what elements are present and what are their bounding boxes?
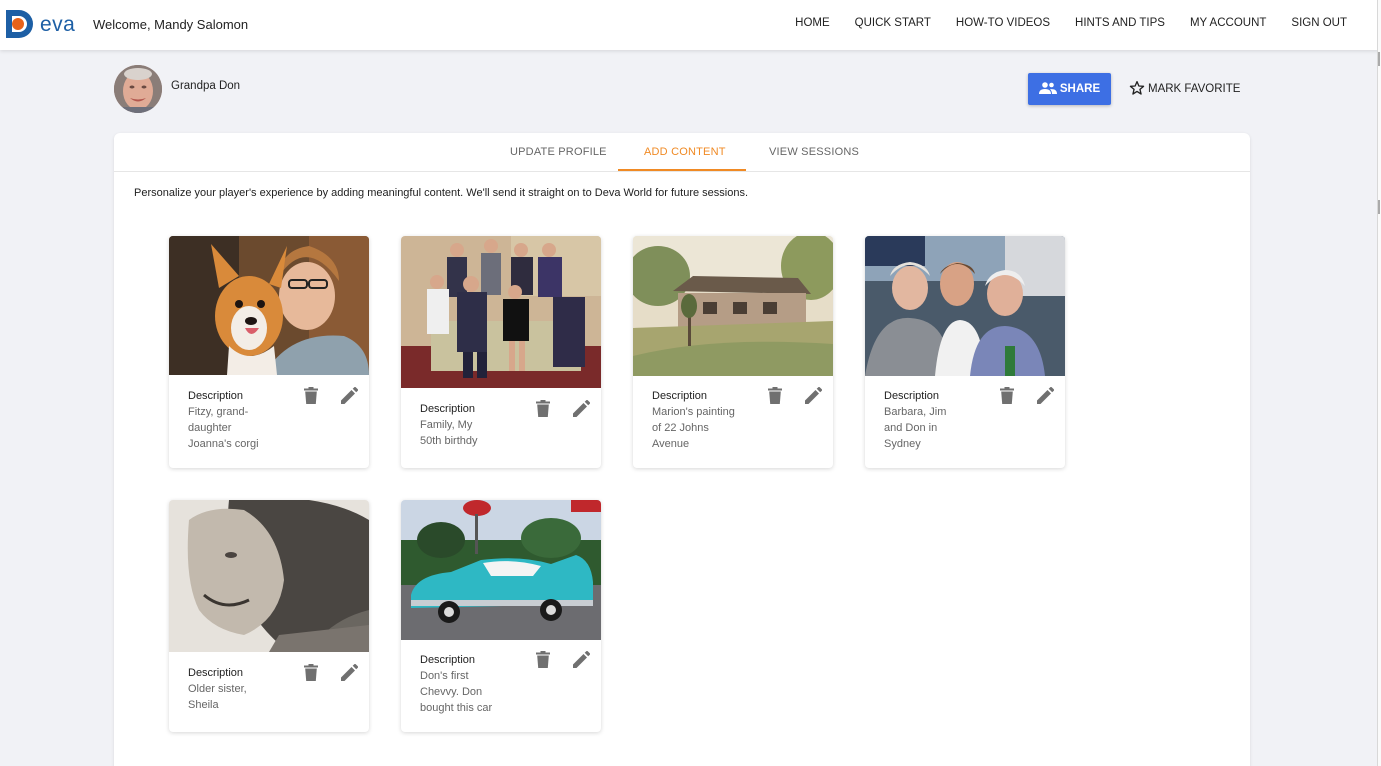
- add-content-intro: Personalize your player's experience by …: [134, 187, 749, 199]
- pencil-icon[interactable]: [340, 386, 358, 404]
- pencil-icon[interactable]: [572, 399, 590, 417]
- logo-text: eva: [40, 13, 76, 36]
- top-navigation-bar: eva Welcome, Mandy Salomon HOME QUICK ST…: [0, 0, 1381, 50]
- content-card[interactable]: Description Older sister, Sheila: [169, 500, 369, 732]
- description-label: Description: [420, 403, 476, 415]
- nav-how-to-videos[interactable]: HOW-TO VIDEOS: [956, 17, 1050, 29]
- scroll-marker: [1378, 200, 1380, 214]
- star-outline-icon: [1129, 80, 1145, 99]
- nav-hints-and-tips[interactable]: HINTS AND TIPS: [1075, 17, 1165, 29]
- content-card[interactable]: Description Don's first Chevvy. Don boug…: [401, 500, 601, 732]
- nav-my-account[interactable]: MY ACCOUNT: [1190, 17, 1266, 29]
- main-nav: HOME QUICK START HOW-TO VIDEOS HINTS AND…: [770, 17, 1347, 29]
- deva-logo[interactable]: eva: [4, 6, 80, 42]
- profile-content-panel: UPDATE PROFILE ADD CONTENT VIEW SESSIONS…: [114, 133, 1250, 766]
- description-text: Barbara, Jim and Don in Sydney: [884, 406, 947, 450]
- description-text: Don's first Chevvy. Don bought this car: [420, 670, 493, 714]
- share-button[interactable]: SHARE: [1028, 73, 1111, 105]
- mark-favorite-button[interactable]: MARK FAVORITE: [1129, 79, 1240, 99]
- window-scrollbar[interactable]: [1377, 0, 1381, 766]
- description-label: Description: [652, 390, 708, 402]
- description-text: Fitzy, grand-daughter Joanna's corgi: [188, 406, 259, 450]
- mark-favorite-label: MARK FAVORITE: [1148, 83, 1241, 95]
- content-card[interactable]: Description Barbara, Jim and Don in Sydn…: [865, 236, 1065, 468]
- pencil-icon[interactable]: [804, 386, 822, 404]
- house-watercolor-painting[interactable]: [633, 236, 833, 376]
- tab-view-sessions[interactable]: VIEW SESSIONS: [769, 146, 859, 158]
- content-card[interactable]: Description Marion's painting of 22 John…: [633, 236, 833, 468]
- trash-icon[interactable]: [534, 650, 552, 668]
- trash-icon[interactable]: [302, 663, 320, 681]
- pencil-icon[interactable]: [340, 663, 358, 681]
- nav-quick-start[interactable]: QUICK START: [855, 17, 931, 29]
- description-label: Description: [188, 390, 244, 402]
- nav-sign-out[interactable]: SIGN OUT: [1291, 17, 1347, 29]
- pencil-icon[interactable]: [1036, 386, 1054, 404]
- player-avatar: [114, 65, 162, 113]
- content-card[interactable]: Description Family, My 50th birthdy: [401, 236, 601, 468]
- nav-home[interactable]: HOME: [795, 17, 830, 29]
- description-text: Marion's painting of 22 Johns Avenue: [652, 406, 735, 450]
- trash-icon[interactable]: [534, 399, 552, 417]
- description-label: Description: [420, 654, 476, 666]
- share-label: SHARE: [1059, 83, 1101, 95]
- people-icon: [1038, 81, 1057, 97]
- description-label: Description: [188, 667, 244, 679]
- trash-icon[interactable]: [766, 386, 784, 404]
- trash-icon[interactable]: [302, 386, 320, 404]
- active-tab-indicator: [618, 169, 746, 171]
- welcome-message: Welcome, Mandy Salomon: [93, 17, 249, 32]
- woman-with-corgi-photo[interactable]: [169, 236, 369, 375]
- description-text: Family, My 50th birthdy: [420, 419, 478, 447]
- player-name: Grandpa Don: [171, 80, 241, 92]
- scroll-marker: [1378, 52, 1380, 66]
- description-label: Description: [884, 390, 940, 402]
- trash-icon[interactable]: [998, 386, 1016, 404]
- deva-logo-mark: [4, 7, 38, 41]
- tab-add-content[interactable]: ADD CONTENT: [644, 146, 726, 158]
- pencil-icon[interactable]: [572, 650, 590, 668]
- three-people-selfie-photo[interactable]: [865, 236, 1065, 376]
- profile-tabs: UPDATE PROFILE ADD CONTENT VIEW SESSIONS: [114, 133, 1250, 172]
- content-card[interactable]: Description Fitzy, grand-daughter Joanna…: [169, 236, 369, 468]
- woman-portrait-bw-photo[interactable]: [169, 500, 369, 652]
- turquoise-chevy-car-photo[interactable]: [401, 500, 601, 640]
- family-portrait-photo[interactable]: [401, 236, 601, 388]
- description-text: Older sister, Sheila: [188, 683, 247, 711]
- tab-update-profile[interactable]: UPDATE PROFILE: [510, 146, 607, 158]
